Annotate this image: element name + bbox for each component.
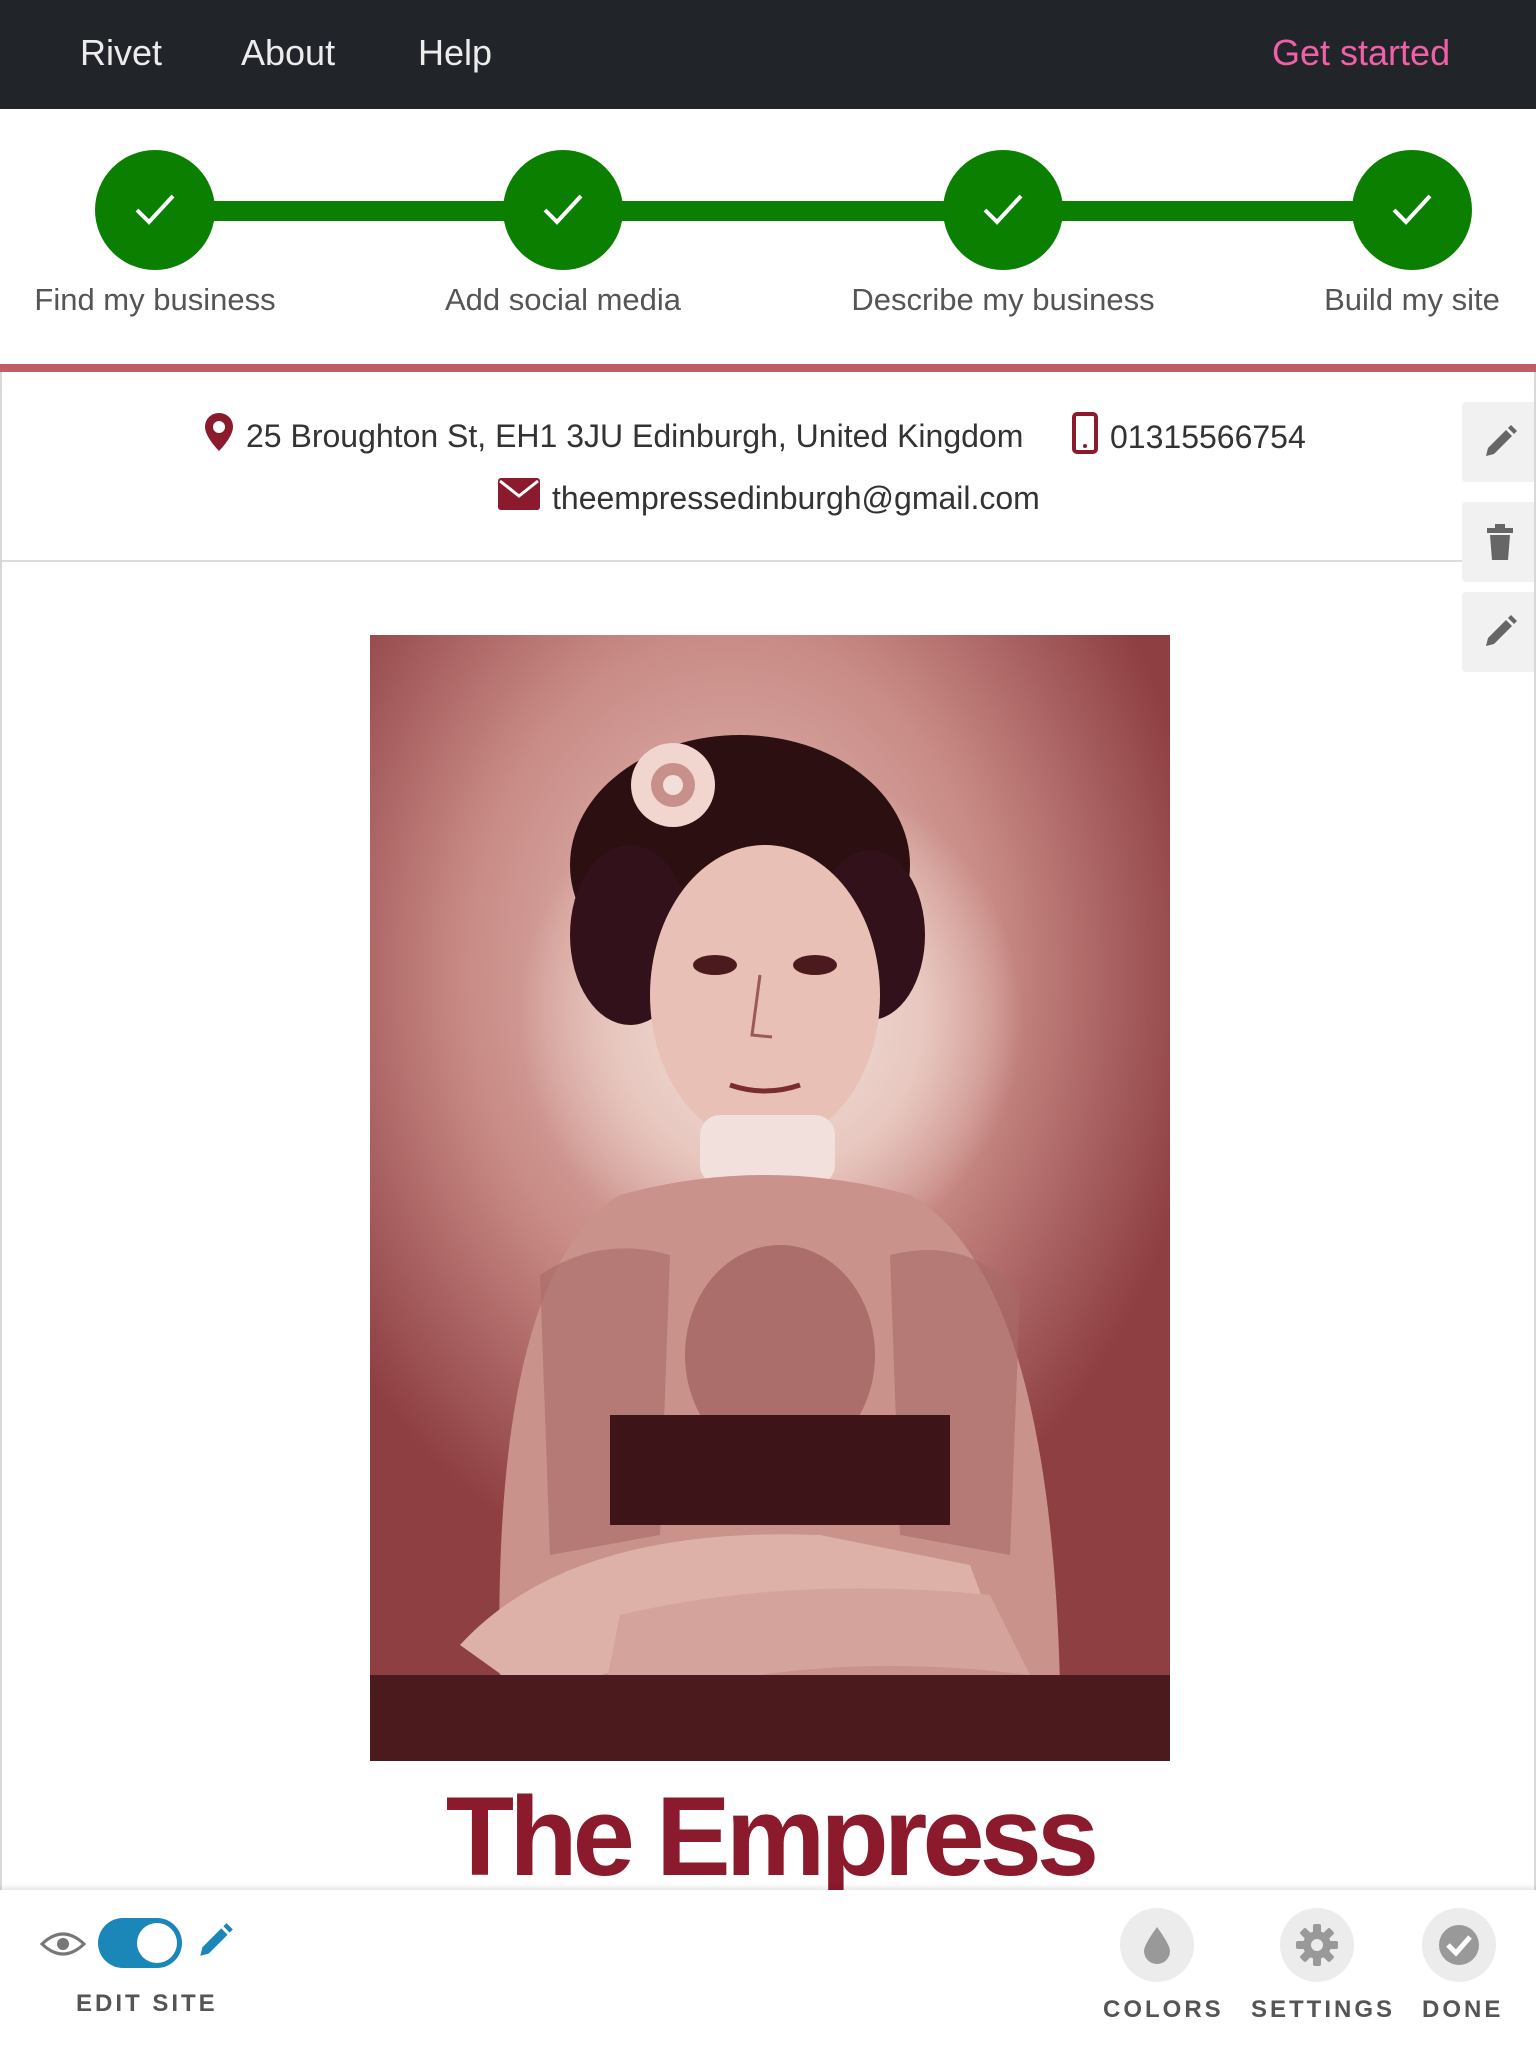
- address-text: 25 Broughton St, EH1 3JU Edinburgh, Unit…: [246, 417, 1024, 454]
- nav-about-link[interactable]: About: [241, 0, 335, 109]
- site-preview: 25 Broughton St, EH1 3JU Edinburgh, Unit…: [0, 372, 1536, 1892]
- pencil-icon: [1486, 615, 1517, 646]
- phone-item: 01315566754: [1072, 412, 1306, 462]
- hero-photo: [370, 635, 1170, 1761]
- edit-site-label: EDIT SITE: [76, 1990, 218, 2017]
- delete-section-button[interactable]: [1462, 502, 1534, 582]
- contact-bar: 25 Broughton St, EH1 3JU Edinburgh, Unit…: [2, 372, 1462, 562]
- step-label-add-social-media: Add social media: [444, 282, 682, 317]
- phone-icon: [1072, 412, 1098, 462]
- edit-contact-button[interactable]: [1462, 402, 1534, 482]
- done-button[interactable]: [1422, 1908, 1496, 1982]
- gear-icon: [1296, 1924, 1338, 1966]
- settings-button[interactable]: [1280, 1908, 1354, 1982]
- email-text: theempressedinburgh@gmail.com: [552, 479, 1040, 516]
- step-label-build-site: Build my site: [1324, 282, 1500, 317]
- toggle-knob: [137, 1923, 177, 1963]
- droplet-icon: [1144, 1927, 1170, 1964]
- step-add-social-media[interactable]: [503, 150, 623, 270]
- email-item: theempressedinburgh@gmail.com: [498, 478, 1040, 518]
- colors-button[interactable]: [1120, 1908, 1194, 1982]
- nav-help-link[interactable]: Help: [418, 0, 492, 109]
- check-icon: [1392, 194, 1432, 225]
- eye-icon[interactable]: [39, 1930, 87, 1963]
- pencil-icon[interactable]: [194, 1920, 236, 1967]
- check-icon: [983, 194, 1023, 225]
- address-item: 25 Broughton St, EH1 3JU Edinburgh, Unit…: [204, 412, 1023, 460]
- map-pin-icon: [204, 412, 234, 460]
- step-label-find-business: Find my business: [34, 282, 276, 317]
- business-title: The Empress: [445, 1774, 1099, 1893]
- edit-hero-button[interactable]: [1462, 592, 1534, 672]
- check-circle-icon: [1439, 1925, 1479, 1965]
- step-find-business[interactable]: [95, 150, 215, 270]
- get-started-link[interactable]: Get started: [1272, 0, 1450, 109]
- check-icon: [135, 194, 175, 225]
- section-divider: [0, 364, 1536, 372]
- top-navbar: Rivet About Help Get started: [0, 0, 1536, 109]
- done-label: DONE: [1422, 1996, 1504, 2023]
- phone-text: 01315566754: [1110, 418, 1306, 455]
- progress-track: [150, 201, 1412, 221]
- colors-label: COLORS: [1103, 1996, 1224, 2023]
- step-label-describe-business: Describe my business: [851, 282, 1155, 317]
- pencil-icon: [1486, 425, 1517, 456]
- trash-icon: [1487, 524, 1513, 560]
- nav-brand-link[interactable]: Rivet: [80, 0, 162, 109]
- check-icon: [543, 194, 583, 225]
- settings-label: SETTINGS: [1251, 1996, 1396, 2023]
- progress-stepper: [0, 109, 1536, 366]
- edit-mode-toggle[interactable]: [98, 1918, 182, 1968]
- step-describe-business[interactable]: [943, 150, 1063, 270]
- step-build-site[interactable]: [1352, 150, 1472, 270]
- envelope-icon: [498, 478, 540, 518]
